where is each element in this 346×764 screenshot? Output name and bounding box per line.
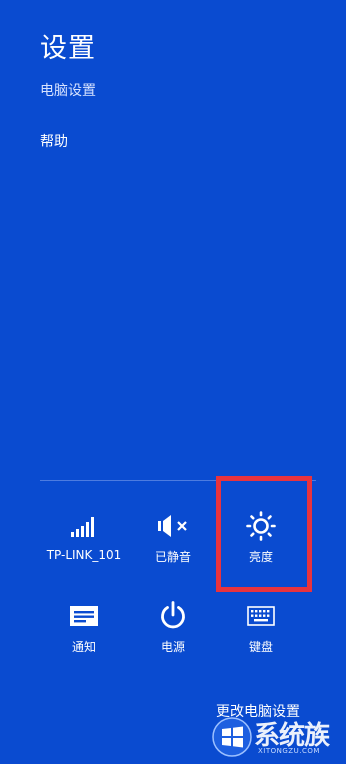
wifi-signal-icon bbox=[44, 508, 124, 544]
settings-charm-panel: 设置 电脑设置 帮助 TP-LINK_101 已静音 亮度 通知 电源 键盘 更… bbox=[0, 0, 346, 764]
notifications-tile[interactable]: 通知 bbox=[44, 598, 124, 670]
windows-logo-icon bbox=[212, 717, 252, 757]
network-label: TP-LINK_101 bbox=[46, 548, 122, 562]
volume-tile[interactable]: 已静音 bbox=[133, 508, 213, 580]
keyboard-tile[interactable]: 键盘 bbox=[221, 598, 301, 670]
keyboard-icon bbox=[221, 598, 301, 634]
keyboard-label: 键盘 bbox=[248, 640, 273, 654]
watermark-url: XITONGZU.COM bbox=[258, 747, 320, 755]
notifications-icon bbox=[44, 598, 124, 634]
brightness-highlight-box bbox=[216, 476, 312, 592]
notifications-label: 通知 bbox=[71, 640, 96, 654]
network-tile[interactable]: TP-LINK_101 bbox=[44, 508, 124, 580]
pc-settings-link[interactable]: 电脑设置 bbox=[40, 80, 96, 100]
watermark: 系统族 XITONGZU.COM bbox=[208, 713, 346, 764]
page-title: 设置 bbox=[40, 33, 96, 64]
volume-muted-icon bbox=[133, 508, 213, 544]
power-tile[interactable]: 电源 bbox=[133, 598, 213, 670]
power-label: 电源 bbox=[160, 640, 185, 654]
power-icon bbox=[133, 598, 213, 634]
volume-label: 已静音 bbox=[154, 550, 191, 564]
help-link[interactable]: 帮助 bbox=[40, 131, 68, 151]
